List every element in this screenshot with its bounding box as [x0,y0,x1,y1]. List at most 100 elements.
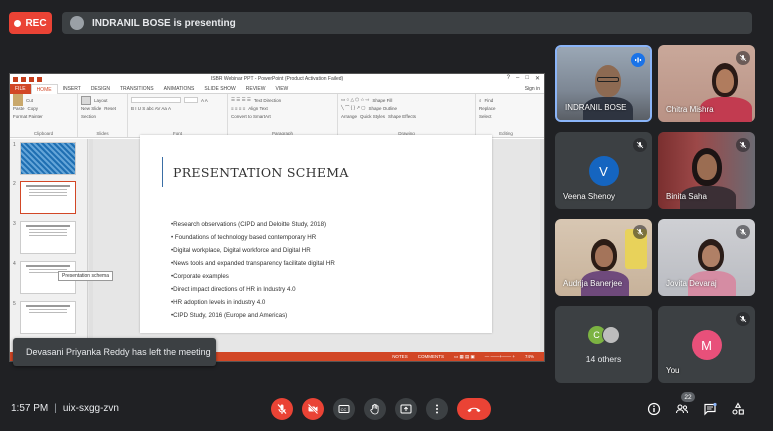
present-screen-icon [400,404,412,414]
new-slide-icon [81,95,91,105]
participant-name: You [666,366,680,375]
mic-off-icon [633,225,647,239]
close-icon: ✕ [534,76,540,82]
record-dot-icon [14,19,22,27]
mic-off-icon [633,138,647,152]
camera-toggle-button[interactable] [302,398,324,420]
more-vert-icon [436,404,438,414]
mic-off-icon [736,225,750,239]
minimize-icon: – [516,75,520,81]
slide-bullet: •Direct impact directions of HR in Indus… [171,286,296,293]
ribbon-group-font: A A B I U S abc AV Aa A Font [128,94,228,137]
ppt-tab-file: FILE [10,83,31,94]
hang-up-icon [467,407,481,413]
participant-tile-audrija[interactable]: Audrija Banerjee [555,219,652,296]
ppt-tab-slide-show: SLIDE SHOW [204,85,236,92]
comments-label: COMMENTS [417,354,444,359]
participant-name: Chitra Mishra [666,105,714,114]
find-icon: ⌕ [479,97,482,103]
raise-hand-button[interactable] [364,398,386,420]
slide-thumbnail [20,221,76,254]
svg-text:CC: CC [341,407,347,412]
slide-bullet-list: •Research observations (CIPD and Deloitt… [171,218,335,322]
ribbon-group-editing: ⌕ Find Replace Select Editing [479,97,513,137]
ribbon-group-paragraph: ☰ ☰ ☰ ☰ Text Direction ≡ ≡ ≡ ≡ Align Text … [228,94,338,137]
participant-name: INDRANIL BOSE [565,103,627,112]
slide-bullet: • Foundations of technology based contem… [171,234,317,241]
rec-label: REC [25,17,47,29]
mic-off-icon [736,312,750,326]
mic-off-icon [277,404,287,414]
meeting-details-button[interactable] [645,400,663,418]
participant-tile-binita[interactable]: Binita Saha [658,132,755,209]
zoom-level: 74% [524,354,534,359]
slide-scrollbar [540,139,544,352]
slide-title: PRESENTATION SCHEMA [173,165,349,180]
rec-indicator: REC [9,12,52,34]
meeting-code: uix-sxgg-zvn [62,403,119,414]
ppt-tab-transitions: TRANSITIONS [119,85,154,92]
activities-icon [732,402,744,415]
left-meeting-toast: Devasani Priyanka Reddy has left the mee… [13,338,216,366]
slide-accent-bar [162,157,163,187]
avatar: M [691,330,722,360]
others-avatars: C [587,326,620,344]
ppt-sign-in: Sign in [524,85,540,92]
leave-call-button[interactable] [457,398,491,420]
chat-button[interactable] [701,400,719,418]
presenting-banner[interactable]: INDRANIL BOSE is presenting [62,12,752,34]
ribbon-group-drawing: ▭ ○ △ ⬠ ☆ ⇨ Shape Fill ╲ ⌒ { } ↗ ▢ Shape O… [338,94,476,137]
people-count-badge: 22 [681,392,695,402]
more-options-button[interactable] [426,398,448,420]
ribbon-group-slides: Layout New Slide Reset Section Slides [78,94,128,137]
avatar [601,326,620,344]
presenting-text: INDRANIL BOSE is presenting [92,17,236,29]
slide-bullet: •CIPD Study, 2016 (Europe and Americas) [171,312,288,319]
ppt-ribbon: Cut Paste Copy Format Painter Clipboard L… [10,94,544,138]
zoom-slider: — ——+—— + [484,354,515,359]
activities-button[interactable] [729,400,747,418]
participant-tile-indranil[interactable]: INDRANIL BOSE [555,45,652,122]
others-count: 14 others [585,354,622,364]
ppt-window-title: ISBR Webinar PPT - PowerPoint (Product A… [210,76,344,82]
notes-label: NOTES [392,354,408,359]
mic-off-icon [736,51,750,65]
participant-tile-chitra[interactable]: Chitra Mishra [658,45,755,122]
presenter-avatar [70,16,84,30]
people-button[interactable] [673,400,691,418]
slide-thumbnail-selected [20,181,76,214]
captions-button[interactable]: CC [333,398,355,420]
camera-off-icon [307,403,319,415]
participant-name: Jovita Devaraj [666,279,717,288]
mic-toggle-button[interactable] [271,398,293,420]
ppt-title-bar: ISBR Webinar PPT - PowerPoint (Product A… [10,74,544,84]
clock-time: 1:57 PM [11,403,49,414]
paste-icon [13,94,23,106]
captions-icon: CC [338,405,350,413]
slide-thumbnail [20,142,76,175]
ppt-tab-design: DESIGN [90,85,110,92]
slide-bullet: •Corporate examples [171,273,229,280]
hand-icon [370,403,379,415]
participant-tile-others[interactable]: C 14 others [555,306,652,383]
thumbnail-tooltip: Presentation schema [58,271,113,281]
participant-tile-jovita[interactable]: Jovita Devaraj [658,219,755,296]
participant-tile-self[interactable]: M You [658,306,755,383]
ppt-ribbon-tabs: FILE HOME INSERT DESIGN TRANSITIONS ANIM… [10,83,544,94]
current-slide: PRESENTATION SCHEMA •Research observatio… [140,135,492,333]
meeting-info: 1:57 PM | uix-sxgg-zvn [11,403,119,414]
slide-thumbnail [20,301,76,334]
view-icons: ▭ ▦ ▤ ▣ [453,353,475,359]
maximize-icon: □ [525,75,529,81]
slide-bullet: •HR adoption levels in industry 4.0 [171,299,266,306]
participant-tile-veena[interactable]: V Veena Shenoy [555,132,652,209]
mic-off-icon [736,138,750,152]
slide-bullet: •News tools and expanded transparency fa… [171,260,335,267]
ppt-tab-view: VIEW [275,85,289,92]
shapes-gallery-icon: ▭ ○ △ ⬠ ☆ ⇨ [341,97,370,102]
ppt-tab-home: HOME [30,83,58,94]
slide-bullet: •Research observations (CIPD and Deloitt… [171,221,327,228]
present-button[interactable] [395,398,417,420]
people-icon [675,404,688,414]
ppt-tab-insert: INSERT [62,85,81,92]
